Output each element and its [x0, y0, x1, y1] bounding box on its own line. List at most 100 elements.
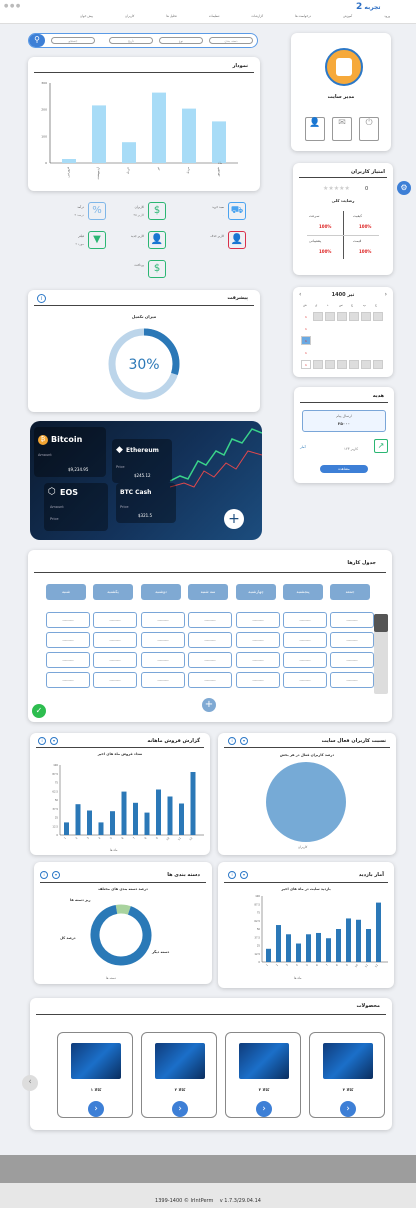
table-cell[interactable]: ---------	[330, 672, 374, 688]
calendar-day[interactable]	[337, 348, 347, 357]
nav-item[interactable]: کاربران	[125, 14, 134, 18]
info-icon[interactable]: i	[228, 737, 236, 745]
table-cell[interactable]: ---------	[93, 652, 137, 668]
calendar-day[interactable]	[337, 312, 347, 321]
calendar-day[interactable]	[325, 336, 335, 345]
calendar-day[interactable]	[349, 348, 359, 357]
table-cell[interactable]: ---------	[141, 652, 185, 668]
calendar-day[interactable]	[361, 324, 371, 333]
column-header[interactable]: پنجشنبه	[283, 584, 323, 600]
table-cell[interactable]: ---------	[188, 632, 232, 648]
calendar-day[interactable]: 1	[301, 312, 311, 321]
table-cell[interactable]: ---------	[236, 672, 280, 688]
calendar-day[interactable]: 1	[301, 324, 311, 333]
settings-fab-icon[interactable]: ⚙	[397, 181, 411, 195]
table-cell[interactable]: ---------	[283, 632, 327, 648]
calendar-day[interactable]: 1	[301, 348, 311, 357]
calendar-day[interactable]	[313, 360, 323, 369]
table-cell[interactable]: ---------	[236, 632, 280, 648]
column-header[interactable]: دوشنبه	[141, 584, 181, 600]
calendar-day[interactable]	[337, 336, 347, 345]
filter-chip[interactable]: جستجو	[51, 37, 95, 44]
calendar-day[interactable]	[361, 348, 371, 357]
column-header[interactable]: سه شنبه	[188, 584, 228, 600]
calendar-day[interactable]: 1	[301, 336, 311, 345]
user-remove-icon[interactable]: 👤	[228, 231, 246, 249]
calendar-day[interactable]	[337, 360, 347, 369]
table-cell[interactable]: ---------	[141, 612, 185, 628]
product-card[interactable]: ۱ کالا ›	[57, 1032, 133, 1118]
filter-chip[interactable]: دسته بندی	[209, 37, 253, 44]
profile-action[interactable]: ⏻	[359, 117, 379, 141]
search-bar[interactable]: ⚲ جستجو تاریخ نوع دسته بندی	[28, 33, 258, 48]
table-cell[interactable]: ---------	[283, 652, 327, 668]
table-cell[interactable]: ---------	[46, 652, 90, 668]
table-cell[interactable]: ---------	[188, 652, 232, 668]
filter-icon[interactable]: ▾	[240, 871, 248, 879]
column-header[interactable]: شنبه	[46, 584, 86, 600]
calendar-day[interactable]	[373, 312, 383, 321]
nav-item[interactable]: ورود	[384, 14, 390, 18]
calendar-day[interactable]	[325, 324, 335, 333]
arrow-right-icon[interactable]: ›	[340, 1101, 356, 1117]
avatar[interactable]	[325, 48, 363, 86]
calendar-day[interactable]	[373, 360, 383, 369]
profile-action[interactable]: ✉	[332, 117, 352, 141]
cart-icon[interactable]: ⛟	[228, 202, 246, 220]
search-icon[interactable]: ⚲	[29, 34, 45, 47]
filter-chip[interactable]: نوع	[159, 37, 203, 44]
table-cell[interactable]: ---------	[188, 612, 232, 628]
table-cell[interactable]: ---------	[46, 672, 90, 688]
profile-action[interactable]: 👤	[305, 117, 325, 141]
next-month-icon[interactable]: ›	[385, 291, 387, 298]
info-icon[interactable]: i	[38, 737, 46, 745]
carousel-prev-icon[interactable]: ‹	[22, 1075, 38, 1091]
calendar-day[interactable]	[361, 312, 371, 321]
calendar-day[interactable]	[313, 312, 323, 321]
arrow-right-icon[interactable]: ›	[256, 1101, 272, 1117]
product-card[interactable]: ۳ کالا ›	[225, 1032, 301, 1118]
table-cell[interactable]: ---------	[330, 632, 374, 648]
table-cell[interactable]: ---------	[283, 672, 327, 688]
info-icon[interactable]: i	[228, 871, 236, 879]
table-cell[interactable]: ---------	[330, 652, 374, 668]
calendar-day[interactable]	[349, 360, 359, 369]
table-cell[interactable]: ---------	[46, 612, 90, 628]
calendar-day[interactable]	[361, 336, 371, 345]
add-icon[interactable]: +	[224, 509, 244, 529]
table-cell[interactable]: ---------	[46, 632, 90, 648]
table-cell[interactable]: ---------	[93, 632, 137, 648]
table-cell[interactable]: ---------	[330, 612, 374, 628]
calendar-day[interactable]	[349, 312, 359, 321]
promo-button[interactable]: مشاهده	[320, 465, 368, 473]
table-cell[interactable]: ---------	[141, 672, 185, 688]
column-header[interactable]: یکشنبه	[93, 584, 133, 600]
info-icon[interactable]: i	[37, 294, 46, 303]
product-card[interactable]: ۴ کالا ›	[309, 1032, 385, 1118]
nav-item[interactable]: درخواست ها	[295, 14, 311, 18]
dollar-icon[interactable]: $	[148, 202, 166, 220]
add-row-icon[interactable]: +	[202, 698, 216, 712]
calendar-day[interactable]	[349, 324, 359, 333]
table-cell[interactable]: ---------	[93, 672, 137, 688]
product-card[interactable]: ۲ کالا ›	[141, 1032, 217, 1118]
logo[interactable]: تجربه 2	[356, 2, 381, 12]
column-header[interactable]: جمعه	[330, 584, 370, 600]
money-icon[interactable]: $	[148, 260, 166, 278]
table-cell[interactable]: ---------	[236, 652, 280, 668]
check-icon[interactable]: ✓	[32, 704, 46, 718]
calendar-day[interactable]	[361, 360, 371, 369]
calendar-day[interactable]	[349, 336, 359, 345]
user-add-icon[interactable]: 👤	[148, 231, 166, 249]
table-cell[interactable]: ---------	[236, 612, 280, 628]
nav-item[interactable]: آموزش	[343, 14, 352, 18]
table-cell[interactable]: ---------	[283, 612, 327, 628]
calendar-day[interactable]	[337, 324, 347, 333]
filter-icon[interactable]: ▾	[240, 737, 248, 745]
nav-item[interactable]: تنظیمات	[209, 14, 220, 18]
table-cell[interactable]: ---------	[188, 672, 232, 688]
calendar-day[interactable]	[313, 324, 323, 333]
calendar-day[interactable]: 1	[301, 360, 311, 369]
table-cell[interactable]: ---------	[93, 612, 137, 628]
star-icons[interactable]: ★★★★★	[323, 185, 350, 192]
